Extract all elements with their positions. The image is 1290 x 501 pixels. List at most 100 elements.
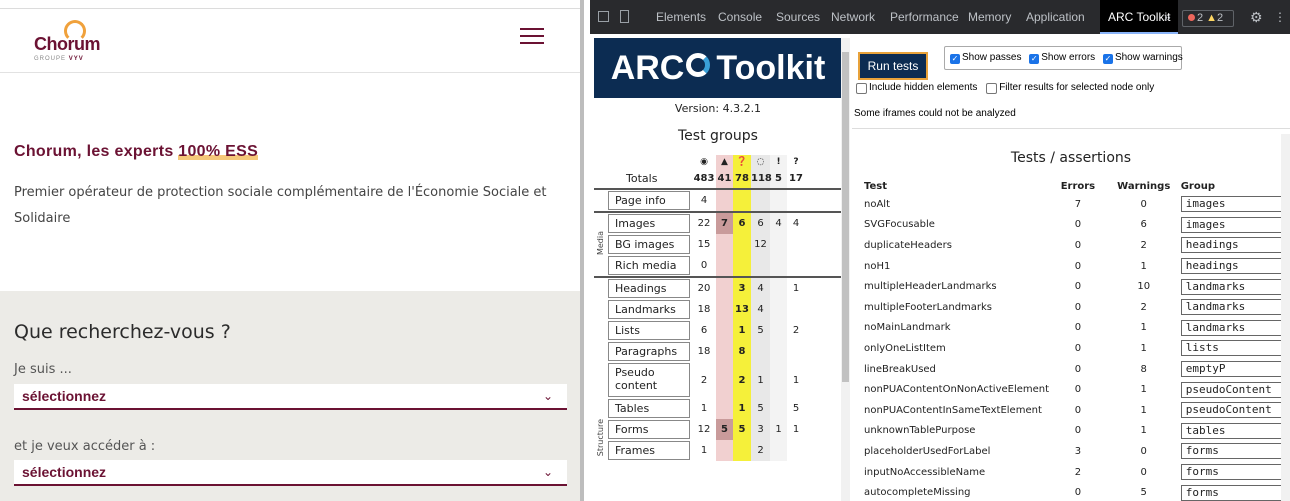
test-errors: 0 (1074, 384, 1082, 396)
test-row[interactable]: onlyOneListItem 0 1 lists (864, 338, 1290, 359)
hamburger-menu-icon[interactable] (520, 28, 544, 46)
inspect-icon[interactable] (598, 11, 609, 22)
col-errors-icon: ▲ (716, 155, 733, 169)
tab-console[interactable]: Console (718, 0, 762, 34)
logo-subtitle: GROUPE VYV (34, 56, 84, 62)
show-warnings-checkbox[interactable]: ✓ (1102, 54, 1113, 64)
test-row[interactable]: placeholderUsedForLabel 3 0 forms (864, 441, 1290, 462)
test-row[interactable]: nonPUAContentOnNonActiveElement 0 1 pseudoC… (864, 379, 1290, 400)
test-group-label[interactable]: lists (1180, 340, 1283, 357)
group-button-pseudo-content[interactable]: Pseudo content (608, 363, 690, 397)
test-group-label[interactable]: images (1180, 196, 1283, 213)
viewport-splitter[interactable] (580, 0, 590, 501)
test-errors: 0 (1074, 239, 1082, 251)
test-group-label[interactable]: landmarks (1180, 319, 1283, 336)
chevron-down-icon: ⌄ (542, 389, 553, 403)
group-button-landmarks[interactable]: Landmarks (608, 300, 690, 319)
test-warnings: 1 (1140, 425, 1147, 437)
test-group-label[interactable]: landmarks (1180, 299, 1283, 316)
group-button-rich-media[interactable]: Rich media (608, 256, 690, 275)
test-row[interactable]: noAlt 7 0 images (864, 194, 1290, 215)
group-button-frames[interactable]: Frames (608, 441, 690, 460)
test-row[interactable]: multipleHeaderLandmarks 0 10 landmarks (864, 276, 1290, 297)
results-scrollbar[interactable] (1281, 134, 1290, 501)
chorum-logo[interactable]: Chorum GROUPE VYV (34, 20, 101, 62)
group-button-images[interactable]: Images (608, 214, 690, 233)
access-select[interactable]: sélectionnez ⌄ (14, 460, 567, 486)
group-button-bg-images[interactable]: BG images (608, 235, 690, 254)
tests-assertions-title: Tests / assertions (1010, 150, 1132, 166)
show-errors-checkbox[interactable]: ✓ (1029, 54, 1040, 64)
test-name: noMainLandmark (864, 322, 951, 334)
arc-panel-scrollbar[interactable] (841, 38, 850, 501)
test-row[interactable]: lineBreakUsed 0 8 emptyP (864, 359, 1290, 380)
device-toolbar-icon[interactable] (620, 10, 629, 23)
arc-summary-panel: ARC Toolkit Version: 4.3.2.1 Test groups … (594, 38, 843, 501)
test-groups-title: Test groups (678, 128, 758, 144)
tests-table: Test Errors Warnings Group noAlt 7 0 images… (864, 178, 1290, 501)
test-warnings: 0 (1140, 466, 1147, 478)
test-row[interactable]: nonPUAContentInSameTextElement 0 1 pseudoCo… (864, 400, 1290, 421)
page-info-button[interactable]: Page info (608, 191, 690, 210)
run-tests-button[interactable]: Run tests (858, 52, 928, 80)
filter-selected-checkbox[interactable]: ✓ (986, 83, 998, 94)
test-name: SVGFocusable (864, 219, 935, 231)
test-row[interactable]: SVGFocusable 0 6 images (864, 215, 1290, 236)
page-info-row: Page info 4 (594, 189, 842, 212)
warning-icon: ▲ (1206, 12, 1218, 24)
col-warnings: Warnings (1117, 180, 1171, 192)
show-passes-checkbox[interactable]: ✓ (950, 54, 960, 64)
header-divider (0, 72, 580, 73)
test-group-label[interactable]: landmarks (1180, 278, 1283, 295)
test-group-label[interactable]: tables (1180, 422, 1283, 439)
tab-network[interactable]: Network (831, 0, 875, 34)
test-group-label[interactable]: images (1180, 216, 1283, 233)
issues-badge[interactable]: 2 ▲2 (1182, 10, 1234, 27)
test-errors: 0 (1074, 425, 1082, 437)
test-errors: 0 (1074, 363, 1082, 375)
test-row[interactable]: inputNoAccessibleName 2 0 forms (864, 462, 1290, 483)
test-group-label[interactable]: forms (1180, 484, 1283, 501)
test-group-label[interactable]: pseudoContent (1180, 381, 1283, 398)
group-button-lists[interactable]: Lists (608, 321, 690, 340)
group-button-forms[interactable]: Forms (608, 420, 690, 439)
include-hidden-checkbox[interactable]: ✓ (856, 83, 867, 94)
test-group-label[interactable]: forms (1180, 443, 1283, 460)
settings-gear-icon[interactable]: ⚙ (1250, 0, 1263, 34)
test-row[interactable]: noMainLandmark 0 1 landmarks (864, 318, 1290, 339)
tab-performance[interactable]: Performance (890, 0, 959, 34)
tab-sources[interactable]: Sources (776, 0, 820, 34)
group-row-pseudo-content: Pseudo content 2 2 1 1 (594, 362, 842, 398)
group-row-forms: Forms 12 5 5 3 1 1 (594, 419, 842, 440)
test-group-label[interactable]: headings (1180, 258, 1283, 275)
test-row[interactable]: multipleFooterLandmarks 0 2 landmarks (864, 297, 1290, 318)
test-group-label[interactable]: pseudoContent (1180, 402, 1283, 419)
test-row[interactable]: duplicateHeaders 0 2 headings (864, 235, 1290, 256)
tab-application[interactable]: Application (1026, 0, 1085, 34)
totals-hidden: 118 (751, 169, 772, 189)
field1-label: Je suis ... (14, 362, 72, 377)
iframes-note: Some iframes could not be analyzed (854, 108, 1016, 119)
test-warnings: 1 (1140, 384, 1147, 396)
test-name: duplicateHeaders (864, 239, 952, 251)
tab-memory[interactable]: Memory (968, 0, 1011, 34)
test-groups-table: ◉ ▲ ❓ ◌ ! ? Totals 483 41 78 118 5 17 Pa… (594, 155, 842, 461)
profile-select[interactable]: sélectionnez ⌄ (14, 384, 567, 410)
test-name: multipleFooterLandmarks (864, 301, 993, 313)
group-button-tables[interactable]: Tables (608, 399, 690, 418)
more-options-icon[interactable]: ⋮ (1274, 0, 1286, 34)
more-tabs-icon[interactable]: » (1164, 0, 1171, 34)
group-button-paragraphs[interactable]: Paragraphs (608, 342, 690, 361)
test-warnings: 6 (1140, 219, 1147, 231)
test-row[interactable]: unknownTablePurpose 0 1 tables (864, 421, 1290, 442)
test-row[interactable]: autocompleteMissing 0 5 forms (864, 482, 1290, 501)
test-group-label[interactable]: forms (1180, 464, 1283, 481)
test-row[interactable]: noH1 0 1 headings (864, 256, 1290, 277)
page-info-value: 4 (700, 195, 708, 206)
website-viewport: Chorum GROUPE VYV Chorum, les experts 10… (0, 0, 580, 501)
tab-elements[interactable]: Elements (656, 0, 706, 34)
group-row-images: Media Images 22 7 6 6 4 4 (594, 212, 842, 278)
test-group-label[interactable]: emptyP (1180, 361, 1283, 378)
test-group-label[interactable]: headings (1180, 237, 1283, 254)
group-button-headings[interactable]: Headings (608, 279, 690, 298)
